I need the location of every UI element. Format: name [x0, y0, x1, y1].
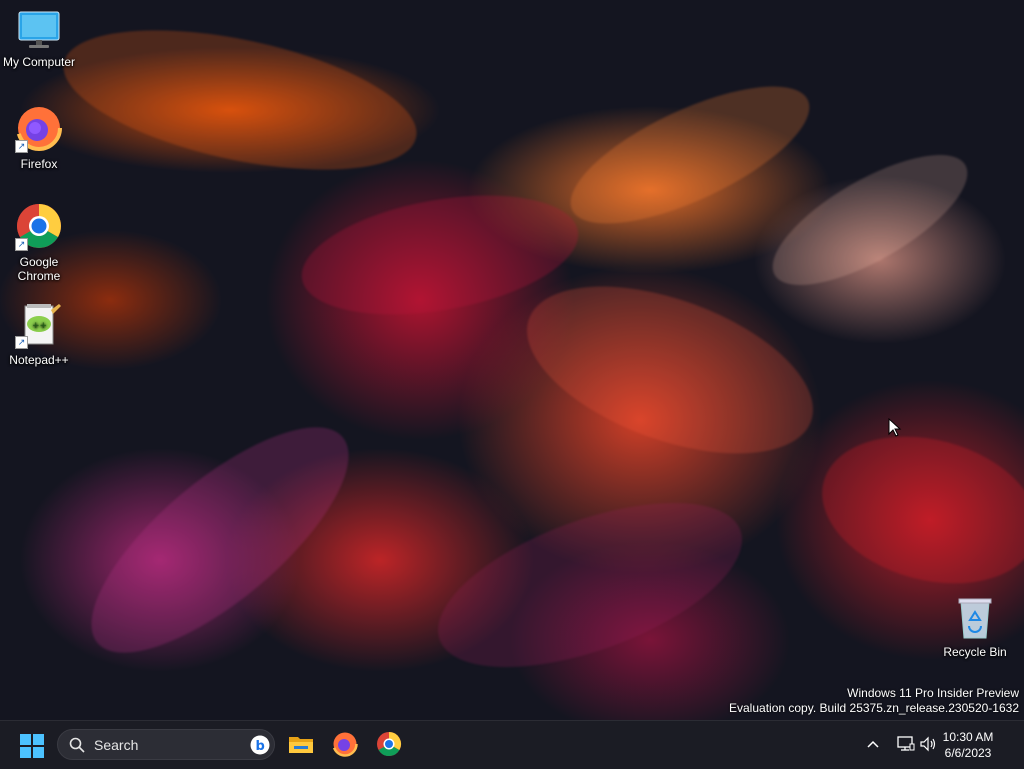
shortcut-arrow-icon: ↗	[15, 238, 28, 251]
shortcut-arrow-icon: ↗	[15, 140, 28, 153]
svg-text:++: ++	[32, 321, 47, 331]
desktop-icon-label: Google Chrome	[17, 255, 61, 283]
mouse-cursor-icon	[888, 418, 902, 437]
taskbar-clock[interactable]: 10:30 AM 6/6/2023	[926, 729, 1010, 761]
desktop-icon-notepadpp[interactable]: ++ ↗ Notepad++	[1, 302, 77, 367]
show-hidden-icons-chevron-icon[interactable]	[866, 738, 880, 750]
taskbar: Search b 10:30 AM 6/6/2023	[0, 720, 1024, 769]
desktop-icon-chrome[interactable]: ↗ Google Chrome	[1, 202, 77, 283]
windows-start-icon[interactable]	[20, 734, 44, 758]
firefox-icon[interactable]	[332, 731, 358, 757]
chrome-icon[interactable]	[376, 731, 402, 757]
desktop-icon-label: My Computer	[2, 55, 76, 69]
watermark-build: Evaluation copy. Build 25375.zn_release.…	[729, 701, 1019, 715]
desktop-icon-label: Notepad++	[9, 353, 69, 367]
evaluation-watermark: Windows 11 Pro Insider Preview Evaluatio…	[729, 686, 1019, 716]
clock-time: 10:30 AM	[942, 730, 994, 744]
desktop-icon-recycle-bin[interactable]: Recycle Bin	[937, 596, 1013, 659]
taskbar-search-box[interactable]: Search b	[57, 729, 275, 760]
recycle-bin-icon	[958, 598, 992, 639]
desktop-icon-firefox[interactable]: ↗ Firefox	[1, 104, 77, 171]
desktop-icon-label: Recycle Bin	[943, 645, 1007, 659]
file-explorer-icon[interactable]	[288, 731, 314, 757]
search-placeholder: Search	[94, 737, 139, 753]
shortcut-arrow-icon: ↗	[15, 336, 28, 349]
network-icon[interactable]	[897, 736, 915, 752]
bing-icon: b	[250, 735, 270, 755]
monitor-icon	[18, 11, 60, 48]
svg-text:b: b	[256, 739, 265, 754]
clock-date: 6/6/2023	[944, 746, 992, 760]
desktop-icon-label: Firefox	[20, 157, 58, 171]
watermark-edition: Windows 11 Pro Insider Preview	[847, 686, 1019, 700]
desktop-icon-my-computer[interactable]: My Computer	[1, 10, 77, 69]
search-icon	[69, 737, 85, 753]
desktop-wallpaper: My Computer ↗ Firefox ↗ Google Chrome ++…	[0, 0, 1024, 720]
